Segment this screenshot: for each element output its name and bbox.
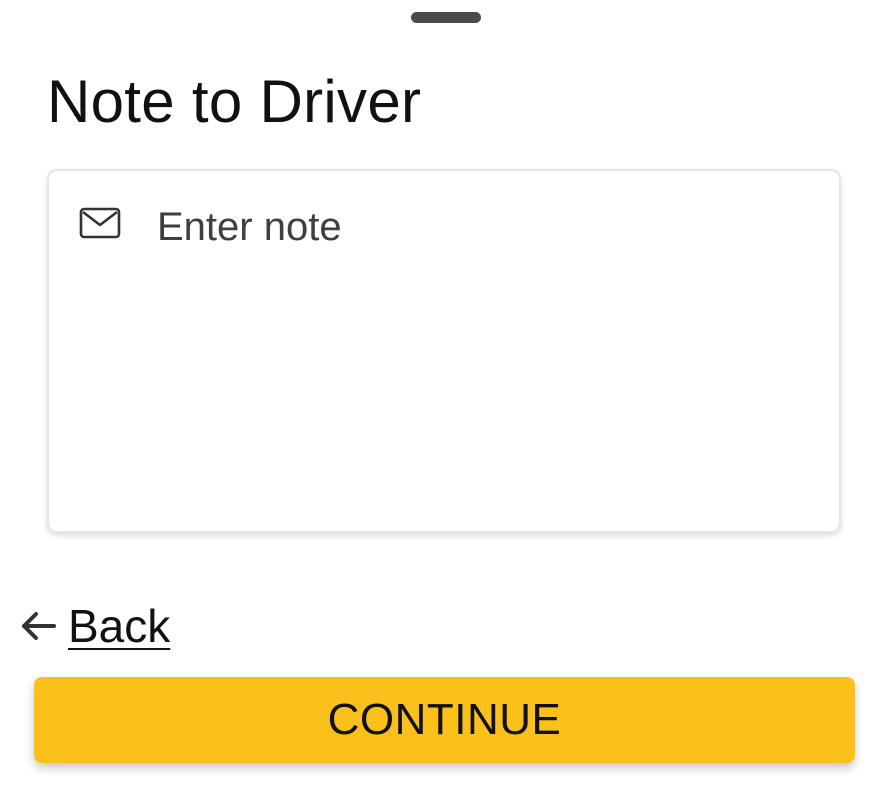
note-input-container[interactable] <box>47 169 841 533</box>
note-input[interactable] <box>157 199 817 509</box>
drag-handle[interactable] <box>411 12 481 23</box>
arrow-left-icon <box>22 612 56 640</box>
page-title: Note to Driver <box>47 68 422 135</box>
continue-button[interactable]: CONTINUE <box>34 677 855 763</box>
back-link[interactable]: Back <box>20 596 170 656</box>
back-label: Back <box>68 600 171 652</box>
mail-icon <box>79 207 121 239</box>
note-to-driver-sheet: Note to Driver Back CONTINUE <box>0 0 894 790</box>
